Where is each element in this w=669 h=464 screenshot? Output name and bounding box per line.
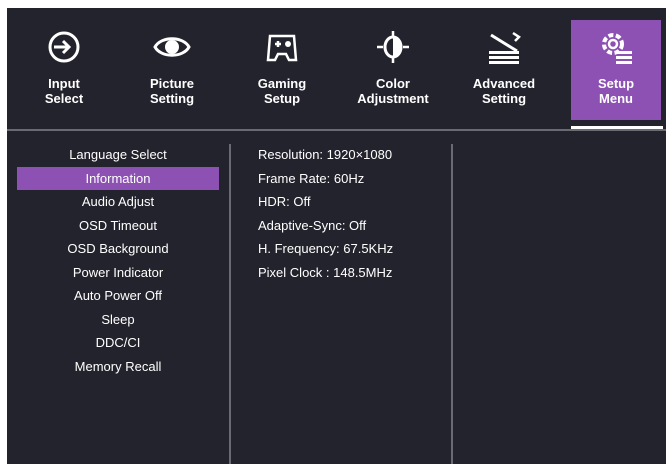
- tab-advanced-setting[interactable]: Advanced Setting: [459, 20, 549, 120]
- menu-item-power-indicator[interactable]: Power Indicator: [17, 261, 219, 285]
- info-frame-rate: Frame Rate: 60Hz: [258, 170, 365, 186]
- tab-label: Advanced Setting: [472, 76, 536, 106]
- info-resolution: Resolution: 1920×1080: [258, 147, 393, 162]
- gear-list-icon: [571, 30, 661, 64]
- menu-item-audio-adjust[interactable]: Audio Adjust: [17, 190, 219, 214]
- column-divider-1: [229, 144, 231, 464]
- menu-item-language-select[interactable]: Language Select: [17, 143, 219, 167]
- header-divider: [7, 129, 666, 131]
- info-adaptive-sync: Adaptive-Sync: Off: [258, 217, 367, 233]
- info-h-frequency: H. Frequency: 67.5KHz: [258, 241, 394, 256]
- tab-gaming-setup[interactable]: Gaming Setup: [237, 20, 327, 120]
- tab-label: Gaming Setup: [257, 76, 307, 106]
- menu-item-osd-timeout[interactable]: OSD Timeout: [17, 214, 219, 238]
- top-tab-bar: Input Select Picture Setting Gaming Setu…: [7, 8, 666, 129]
- info-pixel-clock: Pixel Clock : 148.5MHz: [258, 264, 393, 280]
- menu-item-sleep[interactable]: Sleep: [17, 308, 219, 332]
- tab-label: Input Select: [44, 76, 84, 106]
- tab-label: Picture Setting: [149, 76, 195, 106]
- tab-picture-setting[interactable]: Picture Setting: [127, 20, 217, 120]
- input-icon: [19, 30, 109, 64]
- setup-submenu: Language Select Information Audio Adjust…: [17, 143, 219, 378]
- tab-color-adjustment[interactable]: Color Adjustment: [348, 20, 438, 120]
- gamepad-icon: [237, 30, 327, 64]
- tab-setup-menu[interactable]: Setup Menu: [571, 20, 661, 120]
- column-divider-2: [451, 144, 453, 464]
- tab-label: Color Adjustment: [357, 76, 429, 106]
- info-hdr: HDR: Off: [258, 194, 311, 209]
- eye-icon: [127, 30, 217, 64]
- osd-panel: Input Select Picture Setting Gaming Setu…: [7, 8, 666, 464]
- tab-label: Setup Menu: [597, 76, 635, 106]
- menu-item-ddc-ci[interactable]: DDC/CI: [17, 331, 219, 355]
- tab-input-select[interactable]: Input Select: [19, 20, 109, 120]
- advanced-icon: [459, 30, 549, 64]
- menu-item-memory-recall[interactable]: Memory Recall: [17, 355, 219, 379]
- menu-item-osd-background[interactable]: OSD Background: [17, 237, 219, 261]
- information-panel: Resolution: 1920×1080 Frame Rate: 60Hz H…: [258, 143, 448, 284]
- menu-item-auto-power-off[interactable]: Auto Power Off: [17, 284, 219, 308]
- color-adjust-icon: [348, 30, 438, 64]
- menu-item-information[interactable]: Information: [17, 166, 219, 190]
